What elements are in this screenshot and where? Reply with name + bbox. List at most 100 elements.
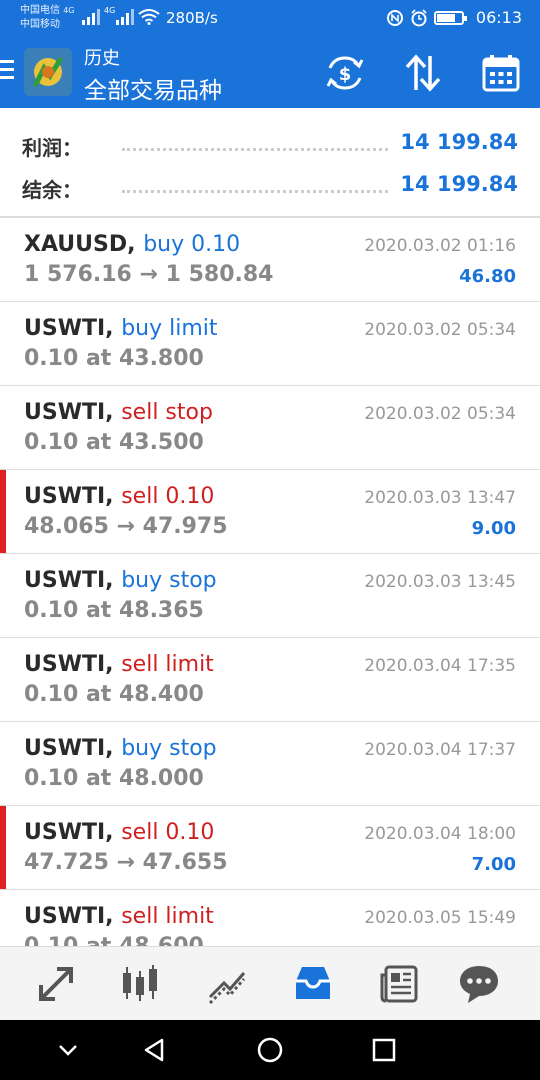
history-icon[interactable]: [290, 961, 336, 1007]
trade-symbol-line: USWTI, buy stop: [24, 568, 217, 593]
trade-row[interactable]: USWTI, sell stop 0.10 at 43.500 2020.03.02…: [0, 386, 540, 470]
trade-type: sell 0.10: [121, 484, 215, 509]
trade-detail: 0.10 at 48.365: [24, 598, 204, 623]
balance-label: 结余：: [22, 178, 82, 202]
trade-row[interactable]: USWTI, sell 0.10 47.725 → 47.655 2020.03.0…: [0, 806, 540, 890]
chart-icon[interactable]: [117, 961, 163, 1007]
home-icon[interactable]: [254, 1034, 286, 1066]
screen-title: 历史: [84, 48, 120, 69]
chat-icon[interactable]: [456, 961, 502, 1007]
trade-icon[interactable]: [204, 961, 250, 1007]
trade-date: 2020.03.05 15:49: [364, 908, 516, 928]
carrier-1: 中国电信: [20, 5, 60, 16]
trade-symbol: USWTI,: [24, 652, 114, 677]
trade-date: 2020.03.03 13:47: [364, 488, 516, 508]
clock: 06:13: [475, 8, 522, 27]
trade-type: sell stop: [121, 400, 213, 425]
account-summary: 利润： 14 199.84 结余： 14 199.84: [0, 108, 540, 218]
trade-symbol-line: XAUUSD, buy 0.10: [24, 232, 240, 257]
trade-symbol-line: USWTI, sell stop: [24, 400, 213, 425]
trade-type: buy 0.10: [143, 232, 241, 257]
trade-symbol: USWTI,: [24, 904, 114, 929]
trade-type: buy stop: [121, 568, 217, 593]
network-speed: 280B/s: [166, 9, 218, 27]
trade-date: 2020.03.02 05:34: [364, 404, 516, 424]
trade-symbol: USWTI,: [24, 736, 114, 761]
trade-detail: 47.725 → 47.655: [24, 850, 228, 875]
trade-date: 2020.03.04 18:00: [364, 824, 516, 844]
trade-detail: 0.10 at 48.000: [24, 766, 204, 791]
trade-detail: 0.10 at 48.600: [24, 934, 204, 946]
network-1: 4G: [63, 6, 75, 15]
trade-type: sell 0.10: [121, 820, 215, 845]
carrier-info: 中国电信 4G 中国移动: [20, 4, 74, 32]
alarm-icon: [411, 8, 427, 26]
bottom-nav: [0, 946, 540, 1020]
currency-swap-icon[interactable]: $: [324, 52, 366, 94]
trade-type: buy stop: [121, 736, 217, 761]
trade-date: 2020.03.03 13:45: [364, 572, 516, 592]
trade-symbol-line: USWTI, sell limit: [24, 904, 214, 929]
trade-profit: 46.80: [459, 266, 516, 287]
trade-date: 2020.03.02 05:34: [364, 320, 516, 340]
menu-icon[interactable]: [0, 60, 14, 84]
svg-text:$: $: [339, 64, 352, 85]
app-bar: 历史 全部交易品种 $: [0, 38, 540, 108]
status-right: 06:13: [386, 8, 522, 27]
news-icon[interactable]: [376, 961, 422, 1007]
trade-type: sell limit: [121, 652, 214, 677]
trade-symbol-line: USWTI, buy stop: [24, 736, 217, 761]
trade-profit: 9.00: [471, 518, 516, 539]
collapse-icon[interactable]: [52, 1034, 84, 1066]
nfc-icon: [386, 9, 403, 26]
trade-date: 2020.03.02 01:16: [364, 236, 516, 256]
trade-symbol-line: USWTI, sell 0.10: [24, 484, 214, 509]
trade-symbol: USWTI,: [24, 400, 114, 425]
trade-date: 2020.03.04 17:37: [364, 740, 516, 760]
battery-icon: [433, 10, 467, 25]
trade-symbol: USWTI,: [24, 316, 114, 341]
trade-type: sell limit: [121, 904, 214, 929]
sort-icon[interactable]: [402, 52, 444, 94]
trade-row[interactable]: USWTI, buy limit 0.10 at 43.800 2020.03.02…: [0, 302, 540, 386]
trade-symbol: XAUUSD,: [24, 232, 136, 257]
leader-dots: [122, 148, 388, 151]
trade-symbol-line: USWTI, sell 0.10: [24, 820, 214, 845]
trade-symbol: USWTI,: [24, 568, 114, 593]
profit-row: 利润： 14 199.84: [22, 126, 518, 160]
trade-symbol-line: USWTI, sell limit: [24, 652, 214, 677]
trade-row[interactable]: XAUUSD, buy 0.10 1 576.16 → 1 580.84 2020.…: [0, 218, 540, 302]
trade-row[interactable]: USWTI, sell limit 0.10 at 48.600 2020.03.0…: [0, 890, 540, 946]
balance-value: 14 199.84: [400, 172, 518, 196]
profit-value: 14 199.84: [400, 130, 518, 154]
wifi-icon: [138, 9, 160, 25]
carrier-2: 中国移动: [20, 19, 60, 30]
trade-detail: 0.10 at 48.400: [24, 682, 204, 707]
signal-icon: [82, 9, 100, 25]
trade-date: 2020.03.04 17:35: [364, 656, 516, 676]
trade-detail: 0.10 at 43.500: [24, 430, 204, 455]
trade-row[interactable]: USWTI, sell limit 0.10 at 48.400 2020.03.0…: [0, 638, 540, 722]
calendar-icon[interactable]: [480, 52, 522, 94]
recents-icon[interactable]: [368, 1034, 400, 1066]
app-logo[interactable]: [24, 48, 72, 96]
trade-history-list[interactable]: XAUUSD, buy 0.10 1 576.16 → 1 580.84 2020.…: [0, 218, 540, 946]
trade-type: buy limit: [121, 316, 218, 341]
trade-detail: 48.065 → 47.975: [24, 514, 228, 539]
symbol-filter[interactable]: 全部交易品种: [84, 71, 222, 105]
trade-profit: 7.00: [471, 854, 516, 875]
quotes-icon[interactable]: [33, 961, 79, 1007]
trade-row[interactable]: USWTI, buy stop 0.10 at 48.365 2020.03.03 …: [0, 554, 540, 638]
balance-row: 结余： 14 199.84: [22, 168, 518, 202]
trade-symbol: USWTI,: [24, 484, 114, 509]
trade-symbol: USWTI,: [24, 820, 114, 845]
system-nav-bar: [0, 1020, 540, 1080]
trade-detail: 0.10 at 43.800: [24, 346, 204, 371]
profit-label: 利润：: [22, 136, 82, 160]
trade-symbol-line: USWTI, buy limit: [24, 316, 218, 341]
trade-row[interactable]: USWTI, sell 0.10 48.065 → 47.975 2020.03.0…: [0, 470, 540, 554]
back-icon[interactable]: [138, 1034, 170, 1066]
trade-row[interactable]: USWTI, buy stop 0.10 at 48.000 2020.03.04 …: [0, 722, 540, 806]
trade-detail: 1 576.16 → 1 580.84: [24, 262, 274, 287]
status-bar: 中国电信 4G 中国移动 4G 280B/s 06:13: [0, 0, 540, 38]
